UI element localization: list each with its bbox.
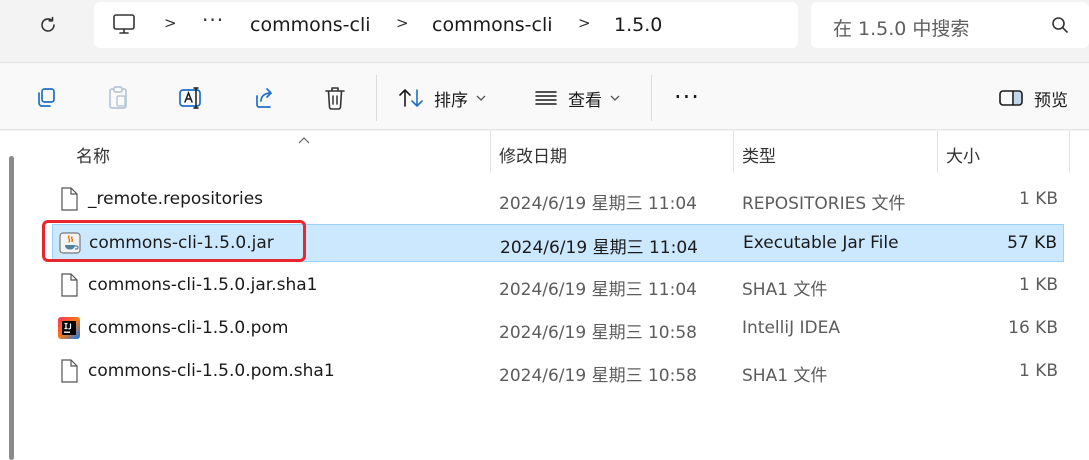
column-header-size[interactable]: 大小 bbox=[946, 142, 980, 167]
paste-button[interactable] bbox=[106, 83, 130, 113]
file-name: _remote.repositories bbox=[88, 189, 264, 209]
trash-icon bbox=[325, 87, 345, 110]
breadcrumb-overflow[interactable]: ··· bbox=[202, 8, 224, 32]
file-type: Executable Jar File bbox=[743, 233, 899, 253]
column-header-date[interactable]: 修改日期 bbox=[499, 142, 567, 167]
file-size: 1 KB bbox=[1018, 275, 1058, 295]
column-header-name[interactable]: 名称 bbox=[76, 142, 110, 167]
preview-pane-icon bbox=[999, 90, 1023, 106]
file-date: 2024/6/19 星期三 11:04 bbox=[500, 238, 698, 258]
search-icon[interactable] bbox=[1051, 16, 1069, 38]
file-type: IntelliJ IDEA bbox=[742, 318, 840, 338]
delete-button[interactable] bbox=[323, 83, 347, 113]
command-bar: 排序 查看 ··· 预览 bbox=[0, 62, 1089, 130]
address-row: > ··· commons-cli > commons-cli > 1.5.0 … bbox=[0, 0, 1089, 60]
file-icon bbox=[58, 359, 80, 383]
rename-icon bbox=[179, 87, 201, 109]
file-type: REPOSITORIES 文件 bbox=[742, 194, 906, 214]
sort-button[interactable]: 排序 bbox=[398, 83, 486, 113]
more-options-button[interactable]: ··· bbox=[674, 85, 700, 109]
column-divider[interactable] bbox=[1069, 131, 1070, 173]
scrollbar-thumb[interactable] bbox=[9, 156, 14, 460]
file-row[interactable]: commons-cli-1.5.0.pom 2024/6/19 星期三 10:5… bbox=[52, 310, 1064, 348]
chevron-right-icon[interactable]: > bbox=[578, 14, 591, 32]
scrollbar[interactable] bbox=[0, 131, 20, 460]
file-row[interactable]: _remote.repositories 2024/6/19 星期三 11:04… bbox=[52, 181, 1064, 219]
column-header-type[interactable]: 类型 bbox=[742, 142, 776, 167]
file-list-pane: 名称 修改日期 类型 大小 _remote.repositories 2024/… bbox=[0, 131, 1089, 460]
view-list-icon bbox=[535, 91, 557, 105]
chevron-right-icon[interactable]: > bbox=[396, 14, 409, 32]
file-size: 1 KB bbox=[1018, 361, 1058, 381]
share-icon bbox=[256, 88, 272, 108]
file-name: commons-cli-1.5.0.pom bbox=[88, 318, 289, 338]
toolbar-divider bbox=[651, 75, 652, 121]
sort-label: 排序 bbox=[434, 90, 468, 111]
column-divider[interactable] bbox=[937, 131, 938, 173]
chevron-down-icon bbox=[476, 95, 486, 101]
file-type: SHA1 文件 bbox=[742, 366, 828, 386]
toolbar-divider bbox=[376, 75, 377, 121]
file-date: 2024/6/19 星期三 11:04 bbox=[499, 280, 697, 300]
file-name: commons-cli-1.5.0.pom.sha1 bbox=[88, 361, 335, 381]
refresh-button[interactable] bbox=[30, 10, 66, 40]
chevron-right-icon[interactable]: > bbox=[164, 14, 177, 32]
rename-button[interactable] bbox=[178, 83, 204, 113]
file-date: 2024/6/19 星期三 11:04 bbox=[499, 194, 697, 214]
view-label: 查看 bbox=[568, 90, 602, 111]
search-input[interactable]: 在 1.5.0 中搜索 bbox=[833, 14, 969, 41]
file-date: 2024/6/19 星期三 10:58 bbox=[499, 323, 697, 343]
search-box[interactable]: 在 1.5.0 中搜索 bbox=[811, 2, 1089, 48]
breadcrumb-item-1-5-0[interactable]: 1.5.0 bbox=[614, 14, 662, 36]
sort-icon bbox=[399, 89, 423, 107]
view-button[interactable]: 查看 bbox=[534, 83, 620, 113]
column-header-row: 名称 修改日期 类型 大小 bbox=[26, 131, 1076, 173]
file-size: 57 KB bbox=[1007, 233, 1057, 253]
sort-ascending-icon bbox=[298, 129, 310, 148]
chevron-down-icon bbox=[610, 95, 620, 101]
column-divider[interactable] bbox=[733, 131, 734, 173]
file-row[interactable]: commons-cli-1.5.0.pom.sha1 2024/6/19 星期三… bbox=[52, 353, 1064, 391]
computer-icon[interactable] bbox=[112, 13, 136, 39]
file-date: 2024/6/19 星期三 10:58 bbox=[499, 366, 697, 386]
copy-icon bbox=[38, 88, 55, 107]
breadcrumb-item-commons-cli-1[interactable]: commons-cli bbox=[250, 14, 371, 36]
refresh-icon bbox=[41, 16, 55, 32]
highlight-annotation bbox=[42, 220, 306, 262]
file-size: 1 KB bbox=[1018, 189, 1058, 209]
intellij-icon bbox=[58, 316, 80, 340]
breadcrumb[interactable]: > ··· commons-cli > commons-cli > 1.5.0 bbox=[94, 2, 798, 48]
file-icon bbox=[58, 187, 80, 211]
file-name: commons-cli-1.5.0.jar.sha1 bbox=[88, 275, 318, 295]
file-row[interactable]: commons-cli-1.5.0.jar.sha1 2024/6/19 星期三… bbox=[52, 267, 1064, 305]
column-divider[interactable] bbox=[490, 131, 491, 173]
paste-icon bbox=[109, 86, 127, 109]
breadcrumb-item-commons-cli-2[interactable]: commons-cli bbox=[432, 14, 553, 36]
preview-button[interactable]: 预览 bbox=[998, 83, 1068, 113]
file-type: SHA1 文件 bbox=[742, 280, 828, 300]
file-icon bbox=[58, 273, 80, 297]
file-size: 16 KB bbox=[1008, 318, 1058, 338]
copy-button[interactable] bbox=[34, 83, 58, 113]
preview-label: 预览 bbox=[1034, 90, 1068, 111]
share-button[interactable] bbox=[252, 83, 276, 113]
